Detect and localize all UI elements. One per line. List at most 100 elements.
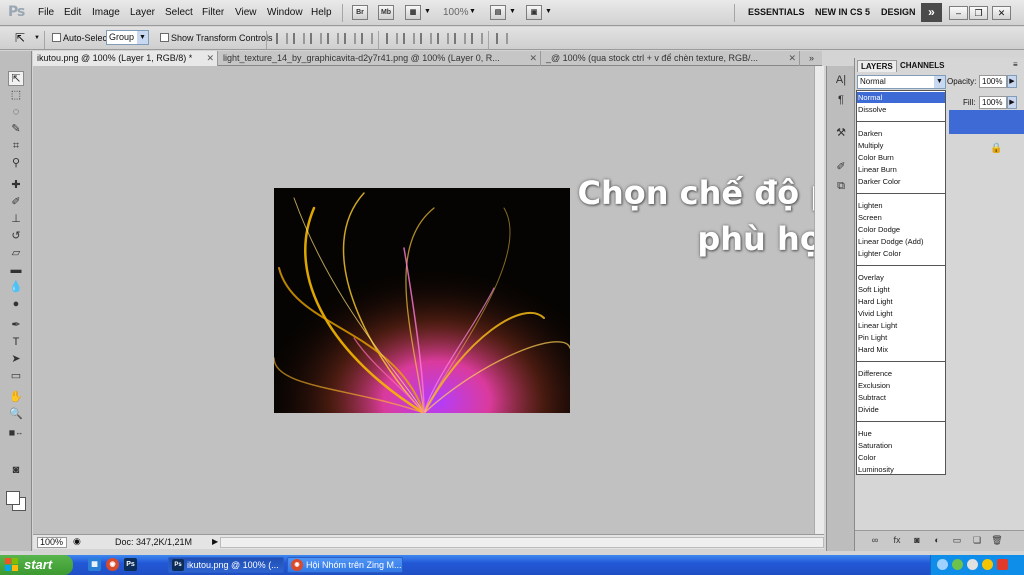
zoom-level[interactable]: 100% — [443, 7, 469, 18]
blend-option[interactable]: Normal — [857, 92, 945, 103]
quick-select-tool-icon[interactable]: ✎ — [8, 122, 24, 137]
tab-layers[interactable]: LAYERS — [857, 60, 897, 72]
blend-option[interactable]: Saturation — [857, 440, 945, 451]
brush-tool-icon[interactable]: ✐ — [8, 195, 24, 210]
tab-light-texture[interactable]: light_texture_14_by_graphicavita-d2y7r41… — [219, 51, 541, 66]
auto-align-layers-icon[interactable] — [496, 33, 508, 44]
blend-option[interactable]: Linear Dodge (Add) — [857, 236, 945, 247]
move-tool-icon[interactable]: ⇱ — [8, 71, 24, 86]
status-options-icon[interactable]: ◉ — [73, 536, 81, 547]
new-layer-icon[interactable]: ❏ — [971, 535, 983, 547]
align-right-icon[interactable] — [361, 33, 373, 44]
lasso-tool-icon[interactable]: ◌ — [8, 105, 24, 120]
start-button[interactable]: start — [0, 555, 73, 575]
more-tabs-icon[interactable]: » — [805, 51, 822, 66]
more-workspaces-icon[interactable]: » — [921, 3, 942, 22]
document-image[interactable] — [274, 188, 570, 413]
distribute-left-icon[interactable] — [437, 33, 449, 44]
eraser-tool-icon[interactable]: ▱ — [8, 246, 24, 261]
menu-select[interactable]: Select — [165, 7, 193, 18]
chrome-icon[interactable]: ◉ — [106, 558, 119, 571]
distribute-right-icon[interactable] — [471, 33, 483, 44]
panel-menu-icon[interactable]: ≡ — [1013, 60, 1018, 69]
close-icon[interactable]: ✕ — [788, 51, 796, 65]
tab-channels[interactable]: CHANNELS — [897, 60, 947, 72]
vertical-scrollbar[interactable] — [814, 66, 824, 536]
blend-option[interactable]: Lighten — [857, 200, 945, 211]
close-icon[interactable]: ✕ — [529, 51, 537, 65]
blend-option[interactable]: Color — [857, 452, 945, 463]
layer-style-icon[interactable]: fx — [891, 535, 903, 547]
mini-bridge-icon[interactable]: Mb — [378, 5, 394, 20]
eyedropper-tool-icon[interactable]: ⚲ — [8, 156, 24, 171]
antivirus-icon[interactable] — [997, 559, 1008, 570]
menu-file[interactable]: File — [38, 7, 54, 18]
blend-option[interactable]: Exclusion — [857, 380, 945, 391]
distribute-top-icon[interactable] — [386, 33, 398, 44]
photoshop-icon[interactable]: Ps — [124, 558, 137, 571]
link-layers-icon[interactable]: ∞ — [869, 535, 881, 547]
chevron-down-icon[interactable]: ▼ — [34, 35, 40, 41]
auto-select-checkbox[interactable] — [52, 33, 61, 42]
clone-stamp-tool-icon[interactable]: ⊥ — [8, 212, 24, 227]
distribute-hcenter-icon[interactable] — [454, 33, 466, 44]
network-icon[interactable] — [937, 559, 948, 570]
distribute-vcenter-icon[interactable] — [403, 33, 415, 44]
blur-tool-icon[interactable]: 💧 — [8, 280, 24, 295]
align-left-icon[interactable] — [327, 33, 339, 44]
path-selection-tool-icon[interactable]: ➤ — [8, 352, 24, 367]
blend-option[interactable]: Dissolve — [857, 104, 945, 115]
task-photoshop[interactable]: Ps ikutou.png @ 100% (... — [168, 557, 284, 573]
blend-option[interactable]: Hard Light — [857, 296, 945, 307]
align-hcenter-icon[interactable] — [344, 33, 356, 44]
menu-edit[interactable]: Edit — [64, 7, 81, 18]
menu-image[interactable]: Image — [92, 7, 120, 18]
new-group-icon[interactable]: ▭ — [951, 535, 963, 547]
marquee-tool-icon[interactable]: ⬚ — [8, 88, 24, 103]
menu-view[interactable]: View — [235, 7, 257, 18]
type-tool-icon[interactable]: T — [8, 335, 24, 350]
gradient-tool-icon[interactable]: ▬ — [8, 263, 24, 278]
blend-option[interactable]: Linear Burn — [857, 164, 945, 175]
task-chrome[interactable]: ◉ Hội Nhóm trên Zing M... — [287, 557, 403, 573]
close-icon[interactable]: ✕ — [206, 51, 214, 65]
align-bottom-icon[interactable] — [310, 33, 322, 44]
blend-option[interactable]: Subtract — [857, 392, 945, 403]
foreground-color-swatch[interactable] — [6, 491, 20, 505]
menu-help[interactable]: Help — [311, 7, 332, 18]
align-vcenter-icon[interactable] — [293, 33, 305, 44]
menu-layer[interactable]: Layer — [130, 7, 155, 18]
shape-tool-icon[interactable]: ▭ — [8, 369, 24, 384]
chevron-down-icon[interactable]: ▼ — [545, 8, 552, 15]
show-transform-checkbox[interactable] — [160, 33, 169, 42]
workspace-essentials[interactable]: ESSENTIALS — [748, 7, 805, 17]
canvas-area[interactable]: Chọn chế độ pha trộn phù hợp — [33, 66, 814, 534]
horizontal-scrollbar[interactable] — [220, 537, 824, 548]
blend-option[interactable]: Multiply — [857, 140, 945, 151]
add-mask-icon[interactable]: ◙ — [911, 535, 923, 547]
clone-source-icon[interactable]: ⧉ — [834, 180, 848, 194]
move-tool-icon[interactable]: ⇱ — [15, 31, 25, 45]
security-icon[interactable] — [952, 559, 963, 570]
blend-option[interactable]: Overlay — [857, 272, 945, 283]
show-desktop-icon[interactable]: ▦ — [88, 558, 101, 571]
blend-option[interactable]: Divide — [857, 404, 945, 415]
character-panel-icon[interactable]: A| — [834, 74, 848, 88]
chevron-down-icon[interactable]: ▼ — [424, 8, 431, 15]
crop-tool-icon[interactable]: ⌗ — [8, 139, 24, 154]
chevron-down-icon[interactable]: ▼ — [469, 8, 476, 15]
tab-ikutou[interactable]: ikutou.png @ 100% (Layer 1, RGB/8) * ✕ — [33, 51, 218, 66]
selected-layer-row[interactable] — [949, 110, 1024, 134]
blend-option[interactable]: Vivid Light — [857, 308, 945, 319]
workspace-new-in-cs5[interactable]: NEW IN CS 5 — [815, 7, 870, 17]
volume-icon[interactable] — [967, 559, 978, 570]
restore-button[interactable]: ❐ — [969, 6, 988, 20]
history-brush-tool-icon[interactable]: ↺ — [8, 229, 24, 244]
zoom-tool-icon[interactable]: 🔍 — [8, 407, 24, 422]
tab-untitled[interactable]: _@ 100% (qua stock ctrl + v để chèn text… — [542, 51, 800, 66]
blend-option[interactable]: Difference — [857, 368, 945, 379]
hand-tool-icon[interactable]: ✋ — [8, 390, 24, 405]
default-colors-icon[interactable]: ◼↔ — [8, 425, 24, 440]
blend-option[interactable]: Pin Light — [857, 332, 945, 343]
blend-option[interactable]: Hue — [857, 428, 945, 439]
